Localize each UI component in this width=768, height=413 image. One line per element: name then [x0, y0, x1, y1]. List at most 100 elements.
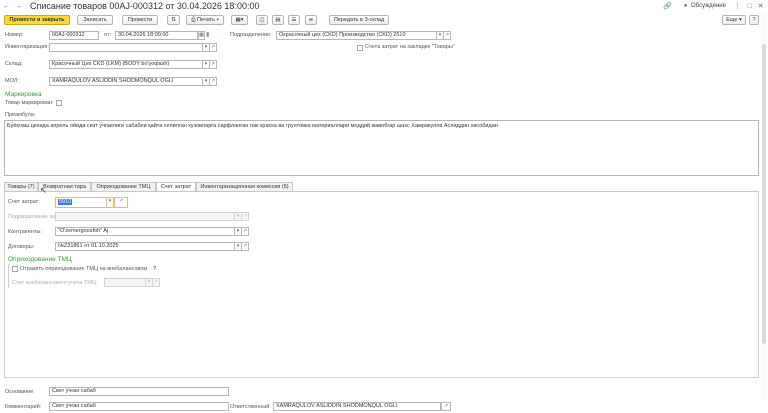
dt-kt-button[interactable]: ⇅: [167, 15, 180, 25]
open-link-icon: ↗: [444, 32, 450, 38]
offbalance-checkbox[interactable]: [12, 266, 18, 272]
maximize-icon[interactable]: □: [745, 2, 754, 11]
create-based-on-button[interactable]: ▦▾: [231, 15, 248, 25]
responsible-field[interactable]: XAMRAQULOV ASLIDDIN SHODMONQUL OGLI: [273, 402, 441, 411]
files-button[interactable]: ☰: [288, 15, 300, 25]
basis-field[interactable]: Свет ўчган сабаб: [49, 387, 229, 396]
contractor-field[interactable]: "O'zemergoosfoh" Aj: [55, 227, 235, 236]
date-field[interactable]: 30.04.2026 18:00:00: [115, 31, 198, 40]
offbalance-checkbox-label: Отразить оприходование ТМЦ на внебалансо…: [20, 266, 148, 272]
close-icon[interactable]: ✕: [756, 2, 765, 11]
basis-label: Основание:: [5, 389, 35, 395]
cost-account-dropdown[interactable]: ▾: [107, 197, 114, 208]
responsible-label: Ответственный:: [230, 404, 271, 410]
contract-dropdown[interactable]: ▾: [235, 242, 242, 251]
number-label: Номер:: [5, 32, 24, 38]
comment-field[interactable]: Свет ўчган сабаб: [49, 402, 229, 411]
cost-division-dropdown[interactable]: ▾: [235, 212, 242, 221]
comment-label: Комментарий:: [5, 404, 42, 410]
open-link-icon: ↗: [443, 403, 449, 409]
division-field[interactable]: Окрасочный цех (CKD) Производство (CKD) …: [276, 31, 437, 40]
division-label: Подразделение:: [230, 32, 272, 38]
mol-dropdown[interactable]: ▾: [203, 77, 210, 86]
contractor-dropdown[interactable]: ▾: [235, 227, 242, 236]
help-button[interactable]: ?: [749, 15, 759, 25]
report-button[interactable]: ▤: [272, 15, 284, 25]
report-icon: ▤: [275, 17, 281, 23]
forward-arrow-icon[interactable]: →: [14, 2, 23, 11]
title-bar: ← → Списание товаров 00AJ-000312 от 30.0…: [0, 0, 768, 13]
date-status-icon: ▮: [206, 32, 210, 38]
list-icon: ☰: [291, 17, 297, 23]
attach-button[interactable]: ⎂: [305, 15, 317, 25]
dt-kt-icon: ⇅: [171, 17, 176, 23]
cost-division-open-button[interactable]: ↗: [242, 212, 249, 221]
open-link-icon: ↗: [153, 279, 159, 285]
marked-goods-checkbox[interactable]: [56, 100, 62, 106]
open-link-icon: ↗: [210, 44, 216, 50]
offbalance-account-field[interactable]: [104, 278, 146, 287]
structure-button[interactable]: ◫: [256, 15, 268, 25]
link-icon[interactable]: 🔗: [663, 2, 672, 11]
open-link-icon: ↗: [210, 61, 216, 67]
mouse-cursor-icon: ↖: [40, 186, 47, 195]
preamble-textarea[interactable]: Бўёқчаш цехида апрель ойида сизт ўчгаели…: [4, 120, 759, 176]
oprihod-section-title: Оприходование ТМЦ: [8, 256, 72, 263]
open-link-icon: ↗: [210, 78, 216, 84]
offbalance-account-label: Счет внебалансового учета ТМЦ:: [12, 280, 98, 286]
more-button[interactable]: Еще ▾: [722, 15, 746, 25]
open-link-icon: ↗: [242, 243, 248, 249]
back-arrow-icon[interactable]: ←: [2, 2, 11, 11]
responsible-open-button[interactable]: ↗: [441, 402, 451, 411]
inventory-label: Инвентаризация:: [5, 44, 49, 50]
save-button[interactable]: Записать: [77, 15, 113, 25]
calendar-button[interactable]: ▦: [198, 31, 205, 40]
window-title: Списание товаров 00AJ-000312 от 30.04.20…: [30, 1, 260, 11]
printer-icon: ⎙: [191, 17, 196, 23]
contractor-open-button[interactable]: ↗: [242, 227, 249, 236]
cost-account-field[interactable]: 5910: [55, 197, 107, 208]
calendar-icon: ▦: [199, 32, 204, 38]
scrollbar-thumb[interactable]: [762, 44, 766, 344]
cost-account-label: Счет затрат:: [8, 199, 40, 205]
marked-goods-label: Товар маркирован:: [5, 100, 54, 106]
mol-open-button[interactable]: ↗: [210, 77, 217, 86]
offbalance-account-open-button[interactable]: ↗: [153, 278, 160, 287]
group-divider: [8, 264, 9, 288]
date-label: от:: [104, 32, 111, 38]
contract-open-button[interactable]: ↗: [242, 242, 249, 251]
help-question-icon[interactable]: ?: [153, 266, 156, 273]
open-link-icon: ↗: [242, 213, 248, 219]
contractors-label: Контрагенты:: [8, 229, 42, 235]
division-open-button[interactable]: ↗: [444, 31, 451, 40]
accounts-on-goods-label: Счета затрат на закладке "Товары": [365, 44, 455, 50]
vertical-scrollbar[interactable]: [761, 14, 767, 399]
division-dropdown[interactable]: ▾: [437, 31, 444, 40]
marking-section-title: Маркировка: [5, 91, 42, 98]
inventory-field[interactable]: [49, 43, 203, 52]
create-based-icon: ▦▾: [235, 17, 244, 23]
warehouse-open-button[interactable]: ↗: [210, 60, 217, 69]
preamble-label: Преамбула:: [5, 112, 36, 118]
discussion-icon[interactable]: ●: [681, 2, 690, 11]
mol-label: МОЛ:: [5, 78, 19, 84]
open-link-icon: ↗: [242, 228, 248, 234]
cost-division-field[interactable]: [55, 212, 235, 221]
more-vertical-icon[interactable]: ⋮: [733, 2, 742, 11]
post-and-close-button[interactable]: Провести и закрыть: [4, 15, 70, 25]
send-to-warehouse-button[interactable]: Передать в З-склад: [329, 15, 389, 25]
offbalance-account-dropdown[interactable]: ▾: [146, 278, 153, 287]
number-field[interactable]: 00AJ-000312: [49, 31, 99, 40]
inventory-open-button[interactable]: ↗: [210, 43, 217, 52]
inventory-dropdown[interactable]: ▾: [203, 43, 210, 52]
cost-account-open-button[interactable]: ↗: [114, 197, 128, 208]
post-button[interactable]: Провести: [122, 15, 158, 25]
print-button[interactable]: ⎙ Печать ▾: [186, 15, 224, 25]
structure-icon: ◫: [259, 17, 265, 23]
mol-field[interactable]: XAMRAQULOV ASLIDDIN SHODMONQUL OGLI: [49, 77, 203, 86]
accounts-on-goods-checkbox[interactable]: [357, 45, 363, 51]
warehouse-dropdown[interactable]: ▾: [203, 60, 210, 69]
warehouse-field[interactable]: Красочный Цех CKD (LKM) (BODY bo'yoqlash…: [49, 60, 203, 69]
discussion-link[interactable]: Обсуждение: [691, 3, 726, 10]
contract-field[interactable]: №Z31861 от 01.10.2025: [55, 242, 235, 251]
